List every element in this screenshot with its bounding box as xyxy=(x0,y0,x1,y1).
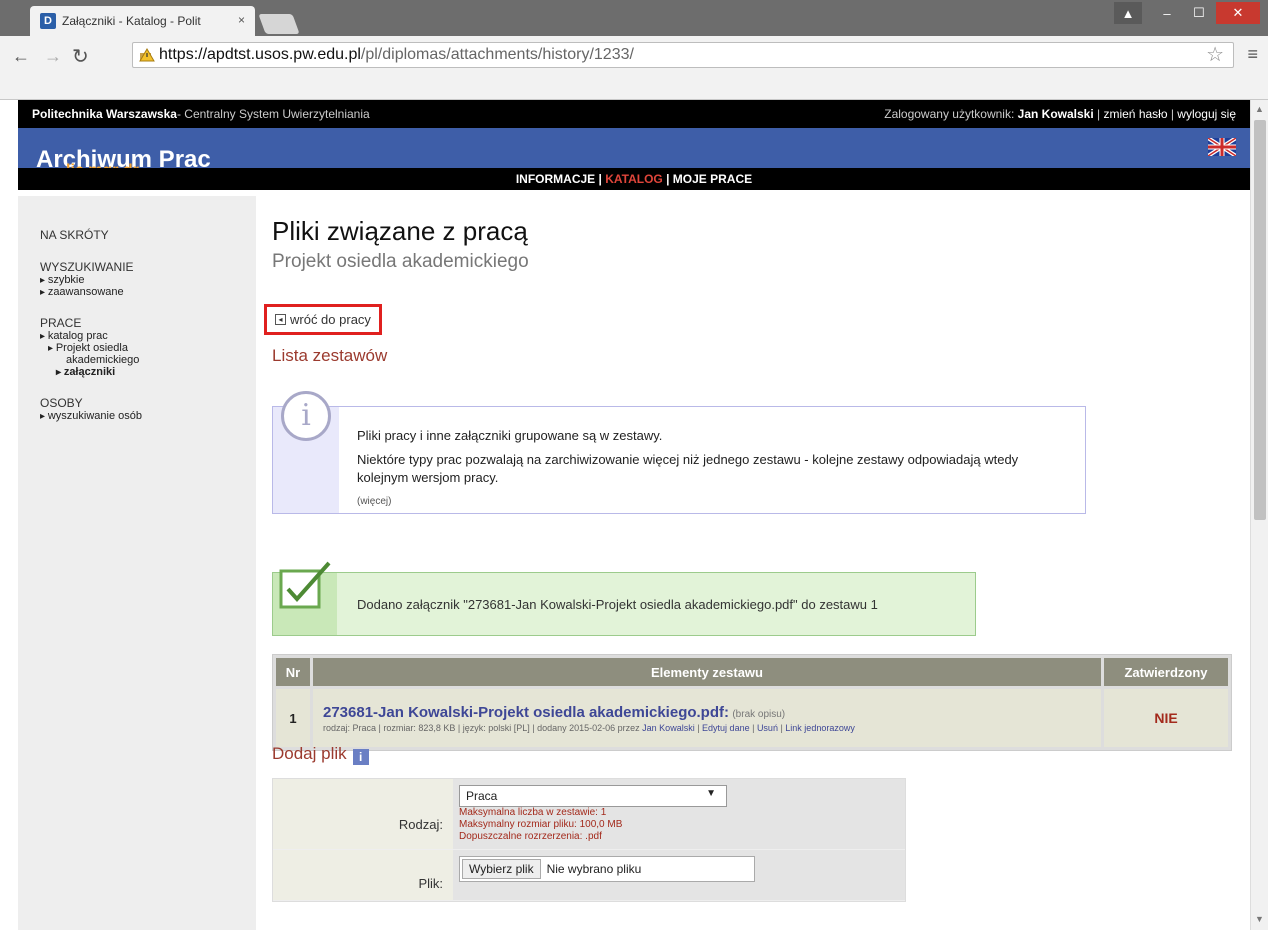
new-tab-button[interactable] xyxy=(258,14,300,34)
info-small-icon[interactable]: i xyxy=(352,749,369,765)
choose-file-button[interactable]: Wybierz plik xyxy=(462,859,541,879)
info-icon: i xyxy=(281,391,331,441)
info-text-1: Pliki pracy i inne załączniki grupowane … xyxy=(357,428,663,443)
sidebar-search-header: WYSZUKIWANIE xyxy=(40,260,134,274)
back-icon: ◂ xyxy=(275,314,286,325)
edit-link[interactable]: Edytuj dane xyxy=(702,723,750,733)
address-bar[interactable]: https://apdtst.usos.pw.edu.pl/pl/diploma… xyxy=(132,42,1234,68)
menu-my-works[interactable]: MOJE PRACE xyxy=(673,172,752,186)
one-time-link[interactable]: Link jednorazowy xyxy=(785,723,855,733)
system-name: - Centralny System Uwierzytelniania xyxy=(176,107,370,121)
tab-title: Załączniki - Katalog - Polit xyxy=(62,14,201,28)
file-label: Plik: xyxy=(273,850,453,900)
minimize-icon[interactable]: – xyxy=(1152,2,1182,24)
scroll-thumb[interactable] xyxy=(1254,120,1266,520)
sidebar-item-attachments[interactable]: załączniki xyxy=(40,366,256,378)
banner: Archiwum Prac lic mgr dr xyxy=(18,128,1250,179)
table-row: 1 273681-Jan Kowalski-Projekt osiedla ak… xyxy=(276,689,1228,747)
author-link[interactable]: Jan Kowalski xyxy=(642,723,695,733)
logged-user: Jan Kowalski xyxy=(1017,107,1094,121)
university-name: Politechnika Warszawska xyxy=(32,107,177,121)
scroll-up-icon[interactable]: ▲ xyxy=(1255,104,1264,114)
change-password-link[interactable]: zmień hasło xyxy=(1103,107,1167,121)
file-link[interactable]: 273681-Jan Kowalski-Projekt osiedla akad… xyxy=(323,704,729,721)
forward-arrow-icon[interactable]: → xyxy=(44,46,62,67)
tab-close-icon[interactable]: × xyxy=(238,13,245,27)
chevron-down-icon: ▼ xyxy=(706,788,716,799)
browser-tab[interactable]: D Załączniki - Katalog - Polit × xyxy=(30,6,255,36)
kind-select[interactable]: Praca ▼ xyxy=(459,785,727,807)
back-to-work-link[interactable]: ◂ wróć do pracy xyxy=(264,304,382,335)
file-input[interactable]: Wybierz plik Nie wybrano pliku xyxy=(459,856,755,882)
page-subtitle: Projekt osiedla akademickiego xyxy=(272,251,529,272)
page-title: Pliki związane z pracą xyxy=(272,216,528,246)
bookmark-star-icon[interactable]: ☆ xyxy=(1206,42,1224,67)
sidebar-item-search-advanced[interactable]: zaawansowane xyxy=(40,286,256,298)
sidebar: NA SKRÓTY WYSZUKIWANIE szybkie zaawansow… xyxy=(18,196,256,930)
success-message: Dodano załącznik "273681-Jan Kowalski-Pr… xyxy=(272,561,976,636)
row-nr: 1 xyxy=(276,689,310,747)
top-bar: Politechnika Warszawska - Centralny Syst… xyxy=(18,100,1250,128)
sidebar-item-project[interactable]: Projekt osiedla xyxy=(40,342,256,354)
warning-lock-icon xyxy=(139,48,155,62)
sidebar-people-header: OSOBY xyxy=(40,396,83,410)
scrollbar[interactable]: ▲ ▼ xyxy=(1250,100,1268,930)
info-text-2: Niektóre typy prac pozwalają na zarchiwi… xyxy=(357,452,1019,485)
info-more-link[interactable]: (więcej) xyxy=(357,493,1057,511)
col-approved: Zatwierdzony xyxy=(1104,658,1228,686)
window-titlebar: D Załączniki - Katalog - Polit × ▲ – ☐ ✕ xyxy=(0,0,1268,36)
col-elements: Elementy zestawu xyxy=(313,658,1101,686)
page: Politechnika Warszawska - Centralny Syst… xyxy=(18,100,1250,930)
menu-catalog[interactable]: KATALOG xyxy=(605,172,663,186)
maximize-icon[interactable]: ☐ xyxy=(1184,2,1214,24)
main-menu: INFORMACJE | KATALOG | MOJE PRACE xyxy=(18,168,1250,190)
main-content: Pliki związane z pracą Projekt osiedla a… xyxy=(264,216,1232,902)
add-file-form: Rodzaj: Praca ▼ Maksymalna liczba w zest… xyxy=(272,778,906,902)
browser-toolbar: ← → ↻ https://apdtst.usos.pw.edu.pl/pl/d… xyxy=(0,36,1268,100)
url-path: /pl/diplomas/attachments/history/1233/ xyxy=(360,46,634,63)
browser-menu-icon[interactable]: ≡ xyxy=(1247,44,1258,65)
sidebar-item-project-cont[interactable]: akademickiego xyxy=(40,354,256,366)
back-label: wróć do pracy xyxy=(290,312,371,327)
file-meta: rodzaj: Praca | rozmiar: 823,8 KB | języ… xyxy=(323,722,643,733)
no-file-text: Nie wybrano pliku xyxy=(546,862,642,876)
checkmark-icon xyxy=(279,561,331,609)
close-window-icon[interactable]: ✕ xyxy=(1216,2,1260,24)
hint-max-size: Maksymalny rozmiar pliku: 100,0 MB xyxy=(459,819,623,830)
user-icon[interactable]: ▲ xyxy=(1114,2,1142,24)
sidebar-item-catalog[interactable]: katalog prac xyxy=(40,330,256,342)
logout-link[interactable]: wyloguj się xyxy=(1177,107,1236,121)
file-description: (brak opisu) xyxy=(732,708,786,720)
sidebar-shortcuts[interactable]: NA SKRÓTY xyxy=(40,228,256,242)
add-file-header: Dodaj plik i xyxy=(272,744,369,765)
approved-status: NIE xyxy=(1104,689,1228,747)
logged-label: Zalogowany użytkownik: xyxy=(884,107,1018,121)
sets-table: Nr Elementy zestawu Zatwierdzony 1 27368… xyxy=(272,654,1232,751)
menu-info[interactable]: INFORMACJE xyxy=(516,172,595,186)
success-text: Dodano załącznik "273681-Jan Kowalski-Pr… xyxy=(357,597,878,612)
info-box: i Pliki pracy i inne załączniki grupowan… xyxy=(272,391,1086,514)
url-host: https://apdtst.usos.pw.edu.pl xyxy=(159,46,361,63)
kind-label: Rodzaj: xyxy=(273,779,453,849)
reload-icon[interactable]: ↻ xyxy=(72,44,89,69)
col-nr: Nr xyxy=(276,658,310,686)
uk-flag-icon[interactable] xyxy=(1208,138,1236,156)
scroll-down-icon[interactable]: ▼ xyxy=(1255,914,1264,924)
sidebar-item-search-fast[interactable]: szybkie xyxy=(40,274,256,286)
favicon-icon: D xyxy=(40,13,56,29)
back-arrow-icon[interactable]: ← xyxy=(12,46,30,67)
hint-max-count: Maksymalna liczba w zestawie: 1 xyxy=(459,807,607,818)
delete-link[interactable]: Usuń xyxy=(757,723,778,733)
sets-list-header: Lista zestawów xyxy=(272,346,388,365)
page-margin xyxy=(0,100,18,930)
hint-extensions: Dopuszczalne rozrzerzenia: .pdf xyxy=(459,831,602,842)
sidebar-works-header: PRACE xyxy=(40,316,82,330)
sidebar-item-people-search[interactable]: wyszukiwanie osób xyxy=(40,410,256,422)
